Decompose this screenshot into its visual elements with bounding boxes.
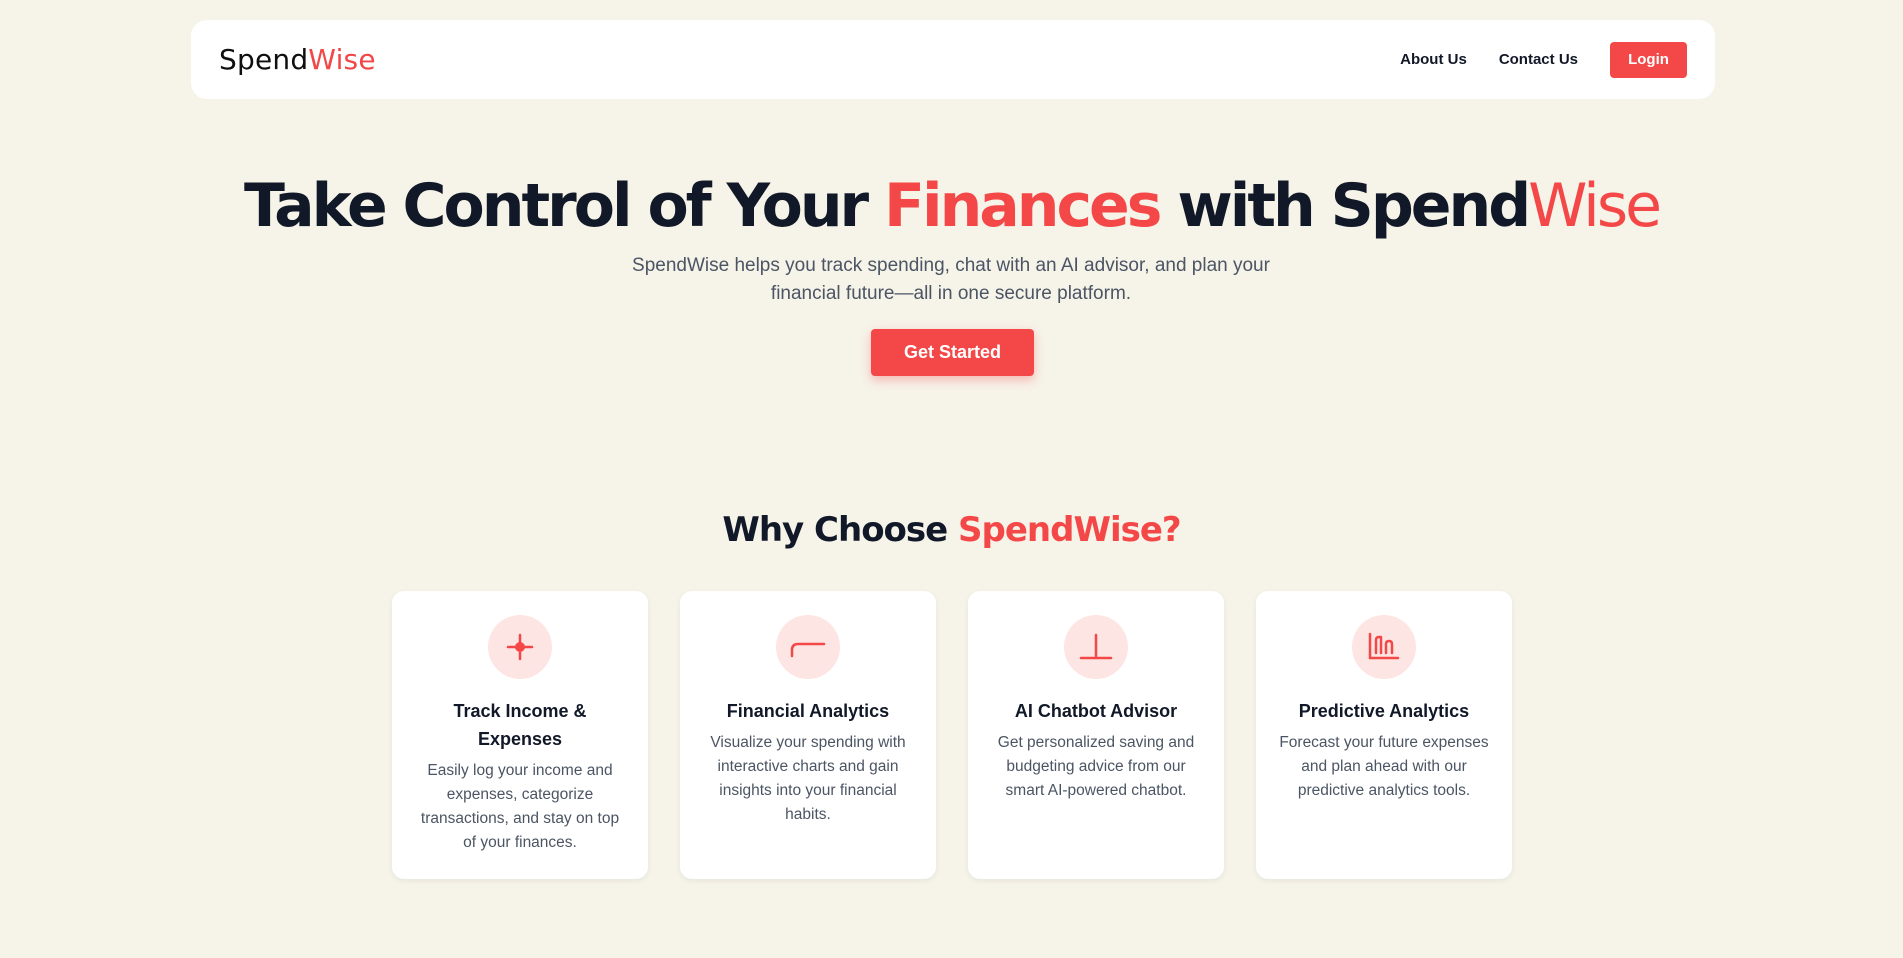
logo[interactable]: SpendWise xyxy=(219,43,376,76)
hero-title: Take Control of Your Finances with Spend… xyxy=(0,170,1903,242)
features-title: Why Choose SpendWise? xyxy=(0,510,1903,550)
card-title: AI Chatbot Advisor xyxy=(1014,701,1178,721)
card-text: Easily log your income and expenses, cat… xyxy=(420,762,620,851)
features-title-part1: Why Choose xyxy=(722,510,959,550)
nav-link-about-us[interactable]: About Us xyxy=(1400,51,1467,68)
feature-card-track-income: Track Income & Expenses Easily log your … xyxy=(392,591,648,879)
hero-title-accent: Finances xyxy=(884,171,1162,241)
hero-title-part2: with Spend xyxy=(1159,171,1531,241)
feature-cards: Track Income & Expenses Easily log your … xyxy=(392,591,1512,879)
logo-accent: Wise xyxy=(308,43,376,76)
logo-main: Spend xyxy=(219,43,309,76)
chatbot-icon xyxy=(1064,615,1128,679)
chart-line-icon xyxy=(776,615,840,679)
nav-links: About Us Contact Us Login xyxy=(1400,41,1687,78)
card-text: Visualize your spending with interactive… xyxy=(710,734,906,823)
hero-subtitle: SpendWise helps you track spending, chat… xyxy=(632,255,1270,304)
card-title: Track Income & Expenses xyxy=(453,701,587,749)
hero-title-part1: Take Control of Your xyxy=(243,171,885,241)
feature-card-predictive-analytics: Predictive Analytics Forecast your futur… xyxy=(1256,591,1512,879)
feature-card-ai-chatbot: AI Chatbot Advisor Get personalized savi… xyxy=(968,591,1224,879)
get-started-button[interactable]: Get Started xyxy=(871,329,1034,376)
card-text: Forecast your future expenses and plan a… xyxy=(1279,734,1489,799)
nav-link-contact-us[interactable]: Contact Us xyxy=(1499,51,1578,68)
navbar: SpendWise About Us Contact Us Login xyxy=(191,20,1715,99)
card-text: Get personalized saving and budgeting ad… xyxy=(997,734,1195,799)
feature-card-financial-analytics: Financial Analytics Visualize your spend… xyxy=(680,591,936,879)
features-title-accent: SpendWise? xyxy=(958,510,1182,550)
hero-title-thin: Wise xyxy=(1528,171,1662,241)
login-button[interactable]: Login xyxy=(1610,41,1687,78)
card-title: Predictive Analytics xyxy=(1298,701,1470,721)
card-title: Financial Analytics xyxy=(726,701,890,721)
bar-chart-icon xyxy=(1352,615,1416,679)
target-icon xyxy=(488,615,552,679)
